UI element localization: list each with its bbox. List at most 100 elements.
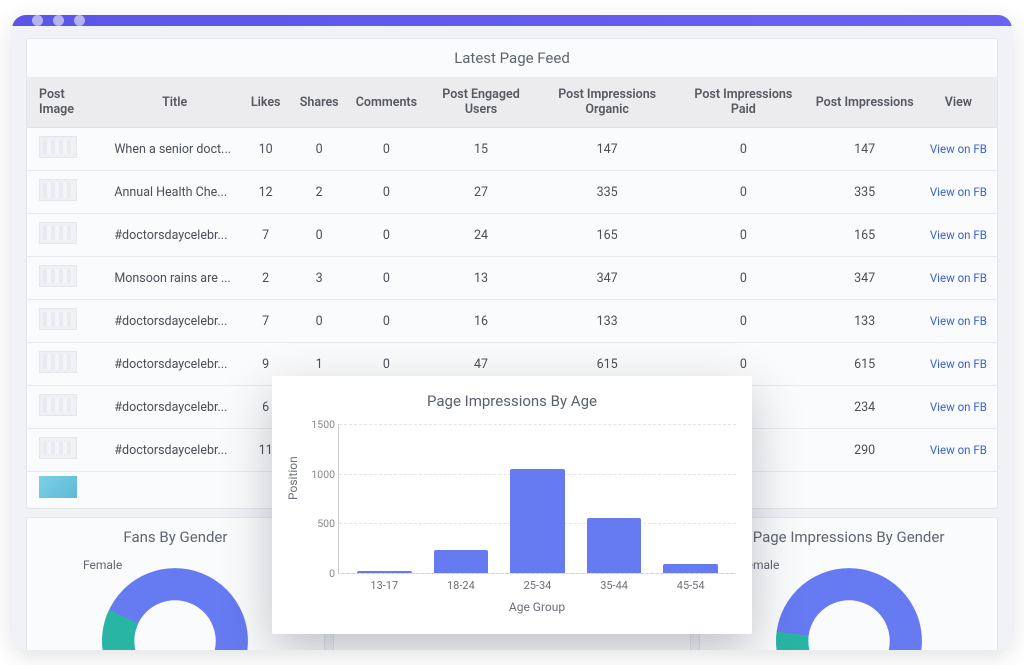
cell-organic: 147 [537, 128, 677, 171]
cell-likes: 12 [241, 171, 290, 214]
cell-comments: 0 [348, 171, 425, 214]
bar: 25-34 [510, 469, 565, 573]
card-title: Page Impressions By Age [288, 392, 736, 410]
post-thumbnail [39, 394, 77, 416]
cell-title: When a senior doct... [108, 128, 241, 171]
col-engaged[interactable]: Post Engaged Users [425, 77, 537, 128]
view-on-fb-link[interactable]: View on FB [930, 314, 987, 328]
post-thumbnail [39, 351, 77, 373]
col-title[interactable]: Title [108, 77, 241, 128]
col-post-image[interactable]: Post Image [27, 77, 108, 128]
cell-title: #doctorsdaycelebr... [108, 386, 241, 429]
cell-comments: 0 [348, 214, 425, 257]
cell-likes: 7 [241, 214, 290, 257]
view-on-fb-link[interactable]: View on FB [930, 142, 987, 156]
col-comments[interactable]: Comments [348, 77, 425, 128]
post-thumbnail [39, 179, 77, 201]
cell-impressions: 290 [810, 429, 920, 472]
cell-paid: 0 [677, 171, 809, 214]
cell-organic: 335 [537, 171, 677, 214]
cell-likes: 2 [241, 257, 290, 300]
cell-comments: 0 [348, 300, 425, 343]
cell-likes: 10 [241, 128, 290, 171]
cell-shares: 0 [290, 300, 348, 343]
content-area: Latest Page Feed Post Image Title Likes … [12, 26, 1012, 650]
x-tick-label: 18-24 [447, 579, 475, 592]
cell-engaged: 24 [425, 214, 537, 257]
browser-frame: Latest Page Feed Post Image Title Likes … [12, 15, 1012, 650]
cell-title: Monsoon rains are ... [108, 257, 241, 300]
view-on-fb-link[interactable]: View on FB [930, 400, 987, 414]
cell-paid: 0 [677, 257, 809, 300]
bar: 13-17 [357, 571, 412, 573]
y-tick-label: 500 [295, 517, 335, 530]
browser-header [12, 15, 1012, 26]
x-tick-label: 13-17 [370, 579, 398, 592]
post-thumbnail [39, 222, 77, 244]
x-tick-label: 45-54 [677, 579, 705, 592]
cell-title: #doctorsdaycelebr... [108, 429, 241, 472]
impressions-by-age-card: Page Impressions By Age Position 0500100… [272, 376, 752, 634]
cell-organic: 347 [537, 257, 677, 300]
col-organic[interactable]: Post Impressions Organic [537, 77, 677, 128]
cell-shares: 0 [290, 214, 348, 257]
y-tick-label: 0 [295, 567, 335, 580]
col-view[interactable]: View [920, 77, 997, 128]
cell-shares: 3 [290, 257, 348, 300]
table-row: #doctorsdaycelebr...700241650165View on … [27, 214, 997, 257]
view-on-fb-link[interactable]: View on FB [930, 357, 987, 371]
cell-shares: 2 [290, 171, 348, 214]
cell-impressions: 165 [810, 214, 920, 257]
x-axis-label: Age Group [338, 600, 736, 614]
cell-paid: 0 [677, 300, 809, 343]
post-thumbnail [39, 136, 77, 158]
window-dot [53, 15, 64, 26]
col-likes[interactable]: Likes [241, 77, 290, 128]
cell-title: Annual Health Che... [108, 171, 241, 214]
x-tick-label: 35-44 [600, 579, 628, 592]
bar-chart: Position 05001000150013-1718-2425-3435-4… [288, 418, 736, 618]
table-row: #doctorsdaycelebr...700161330133View on … [27, 300, 997, 343]
cell-engaged: 15 [425, 128, 537, 171]
cell-comments: 0 [348, 257, 425, 300]
view-on-fb-link[interactable]: View on FB [930, 228, 987, 242]
cell-impressions: 335 [810, 171, 920, 214]
cell-shares: 0 [290, 128, 348, 171]
cell-impressions: 234 [810, 386, 920, 429]
bar: 35-44 [587, 518, 642, 573]
gridline: 0 [339, 573, 736, 574]
window-dot [32, 15, 43, 26]
cell-engaged: 27 [425, 171, 537, 214]
table-row: Annual Health Che...1220273350335View on… [27, 171, 997, 214]
cell-title: #doctorsdaycelebr... [108, 343, 241, 386]
partial-row-thumb [39, 476, 77, 498]
bar: 18-24 [434, 550, 489, 573]
cell-paid: 0 [677, 128, 809, 171]
post-thumbnail [39, 437, 77, 459]
cell-likes: 7 [241, 300, 290, 343]
col-paid[interactable]: Post Impressions Paid [677, 77, 809, 128]
female-label: Female [83, 558, 122, 572]
cell-engaged: 16 [425, 300, 537, 343]
view-on-fb-link[interactable]: View on FB [930, 185, 987, 199]
bar: 45-54 [663, 564, 718, 573]
view-on-fb-link[interactable]: View on FB [930, 443, 987, 457]
window-dot [74, 15, 85, 26]
cell-paid: 0 [677, 214, 809, 257]
post-thumbnail [39, 265, 77, 287]
y-tick-label: 1500 [295, 418, 335, 431]
col-shares[interactable]: Shares [290, 77, 348, 128]
cell-title: #doctorsdaycelebr... [108, 300, 241, 343]
view-on-fb-link[interactable]: View on FB [930, 271, 987, 285]
cell-impressions: 147 [810, 128, 920, 171]
cell-impressions: 133 [810, 300, 920, 343]
post-thumbnail [39, 308, 77, 330]
cell-title: #doctorsdaycelebr... [108, 214, 241, 257]
cell-engaged: 13 [425, 257, 537, 300]
cell-comments: 0 [348, 128, 425, 171]
col-impressions[interactable]: Post Impressions [810, 77, 920, 128]
table-row: When a senior doct...1000151470147View o… [27, 128, 997, 171]
cell-organic: 133 [537, 300, 677, 343]
cell-organic: 165 [537, 214, 677, 257]
cell-impressions: 347 [810, 257, 920, 300]
